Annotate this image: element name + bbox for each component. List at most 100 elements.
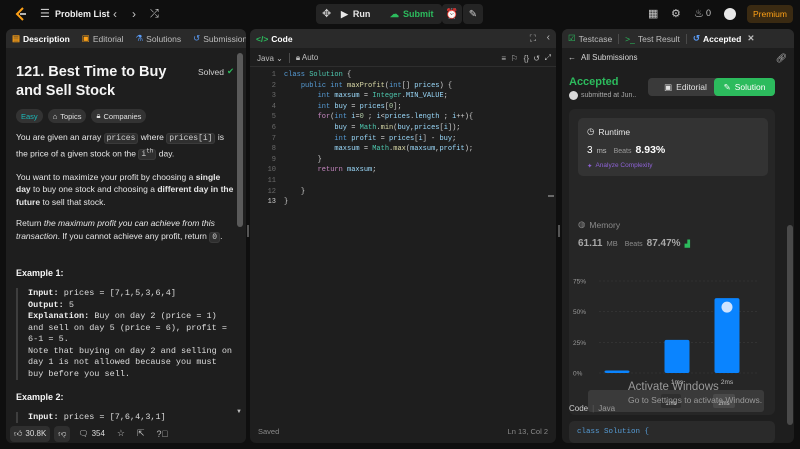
link-icon[interactable]: 🔗︎ [776,53,787,64]
panel-splitter[interactable] [247,225,249,237]
tab-code[interactable]: </> Code [250,34,299,44]
topics-chip[interactable]: ⌂ Topics [47,109,87,123]
gear-icon[interactable]: ⚙ [671,9,681,20]
autocomplete-toggle[interactable]: 🔒︎ Auto [296,53,319,63]
book-icon: ▣ [664,81,673,92]
thumb-up-icon: 👍︎ [14,428,23,438]
example-1-block: Input: prices = [7,1,5,3,6,4] Output: 5 … [16,288,234,380]
edit-icon: ✎ [723,81,731,92]
problem-list-link[interactable]: Problem List [55,9,110,19]
dislike-button[interactable]: 👎︎ [54,425,71,442]
comment-icon: 🗨︎ [78,429,89,438]
editor-status-bar: Saved Ln 13, Col 2 [258,427,548,436]
y-tick-label: 25% [573,340,586,347]
cloud-upload-icon: ☁ [390,8,399,19]
all-submissions-link[interactable]: ← All Submissions [568,53,637,62]
tab-testcase[interactable]: ☑ Testcase [562,33,618,44]
avatar[interactable] [724,8,736,20]
leetcode-logo-icon[interactable] [13,6,29,22]
chart-bar [604,370,630,373]
help-icon[interactable]: ?⃝ [157,429,169,439]
flask-icon: ⚗ [135,33,144,43]
user-marker-avatar [721,301,733,313]
submitted-code: class Solution { [569,421,775,443]
companies-chip[interactable]: 🔒︎ Companies [91,109,147,123]
comments-button[interactable]: 🗨︎ 354 [74,426,109,442]
fire-icon[interactable]: ♨ [694,9,704,20]
activation-watermark: Activate Windows Go to Settings to activ… [628,381,763,405]
fullscreen-icon[interactable]: ⛶ [530,33,536,44]
history-icon: ↺ [692,33,701,43]
scrollbar-thumb[interactable] [237,53,243,227]
runtime-card[interactable]: ◷ Runtime 3 ms Beats 8.93% ✦ Analyze Com… [578,118,768,176]
top-bar: ☰ Problem List ‹ › ⤮ ✥ ▶ Run ☁ Submit ⏰ … [0,0,800,28]
panel-splitter[interactable] [558,225,560,237]
tab-submissions[interactable]: ↺ Submissions [187,33,246,44]
minimap-marker [548,195,554,197]
arrow-left-icon: ← [568,53,576,62]
code-editor[interactable]: class Solution { public int maxProfit(in… [284,70,473,208]
description-paragraph: Return the maximum profit you can achiev… [16,218,223,243]
expand-icon[interactable]: ⤢ [545,53,551,63]
notes-button[interactable]: ✎ [463,4,483,24]
braces-icon[interactable]: {} [524,54,529,63]
description-tabs: ▤ Description ▣ Editorial ⚗ Solutions ↺ … [6,29,246,48]
chart-bar [664,339,690,373]
tab-test-result[interactable]: >_ Test Result [619,34,686,44]
submitted-code-header: Code | Java [569,404,616,413]
analyze-complexity-link[interactable]: ✦ Analyze Complexity [587,162,653,170]
line-numbers: 123 456 789 10 11 12 13 [267,71,276,207]
alarm-icon: ⏰ [445,8,459,20]
premium-button[interactable]: Premium [747,5,793,23]
difficulty-chip[interactable]: Easy [16,109,43,123]
chevron-left-icon[interactable]: ‹ [113,8,117,20]
thumb-down-icon: 👎︎ [58,428,67,438]
memory-value: 61.11 MB Beats 87.47% ▟ [578,238,690,249]
submission-status: Accepted [569,76,619,88]
scroll-down-icon[interactable]: ▼ [236,409,242,415]
run-button[interactable]: ▶ Run [335,4,383,24]
star-icon[interactable]: ☆ [117,428,125,439]
terminal-icon: >_ [625,33,635,44]
tab-editorial[interactable]: ▣ Editorial [76,33,130,44]
debug-icon[interactable]: ✥ [322,9,331,20]
code-panel-header: </> Code ⛶ ‹ [250,29,556,48]
description-footer: 👍︎ 30.8K 👎︎ 🗨︎ 354 ☆ ⇱ ?⃝ [6,424,246,443]
description-paragraph: You want to maximize your profit by choo… [16,171,234,207]
runtime-label: ◷ Runtime [587,126,631,137]
tab-solutions[interactable]: ⚗ Solutions [130,33,188,44]
memory-label[interactable]: ◍ Memory [578,219,620,230]
share-icon[interactable]: ⇱ [137,428,145,439]
reset-icon[interactable]: ↺ [533,54,540,63]
editorial-button[interactable]: ▣ Editorial [648,78,723,96]
shuffle-icon[interactable]: ⤮ [150,9,159,20]
y-tick-label: 75% [573,279,586,286]
list-icon[interactable]: ☰ [40,9,50,20]
timer-button[interactable]: ⏰ [442,4,462,24]
scrollbar-thumb[interactable] [787,225,793,425]
bookmark-icon[interactable]: ⚐ [511,54,518,63]
grid-icon[interactable]: ▦ [648,9,658,20]
book-icon: ▣ [81,33,90,43]
lock-icon: 🔒︎ [96,111,101,120]
chip-icon: ◍ [578,219,586,229]
submit-button[interactable]: ☁ Submit [386,4,442,24]
history-icon: ↺ [193,33,201,43]
chevron-left-icon[interactable]: ‹ [547,32,550,43]
result-tabs: ☑ Testcase >_ Test Result ↺ Accepted ✕ [562,29,794,48]
tab-description[interactable]: ▤ Description [6,33,76,44]
like-button[interactable]: 👍︎ 30.8K [10,425,51,442]
lock-icon: 🔒︎ [295,53,301,62]
note-icon: ✎ [468,8,478,20]
solution-button[interactable]: ✎ Solution [714,78,775,96]
sparkle-icon: ✦ [587,163,593,170]
avatar [569,91,578,100]
language-select[interactable]: Java ⌄ [257,54,283,63]
example-2-block: Input: prices = [7,6,4,3,1] [16,412,234,423]
format-icon[interactable]: ≡ [501,54,506,63]
chevron-right-icon[interactable]: › [132,8,136,20]
example-2-title: Example 2: [16,392,64,402]
close-icon[interactable]: ✕ [747,33,754,44]
problem-title: 121. Best Time to Buy and Sell Stock [16,64,167,99]
tab-accepted[interactable]: ↺ Accepted ✕ [687,33,761,44]
